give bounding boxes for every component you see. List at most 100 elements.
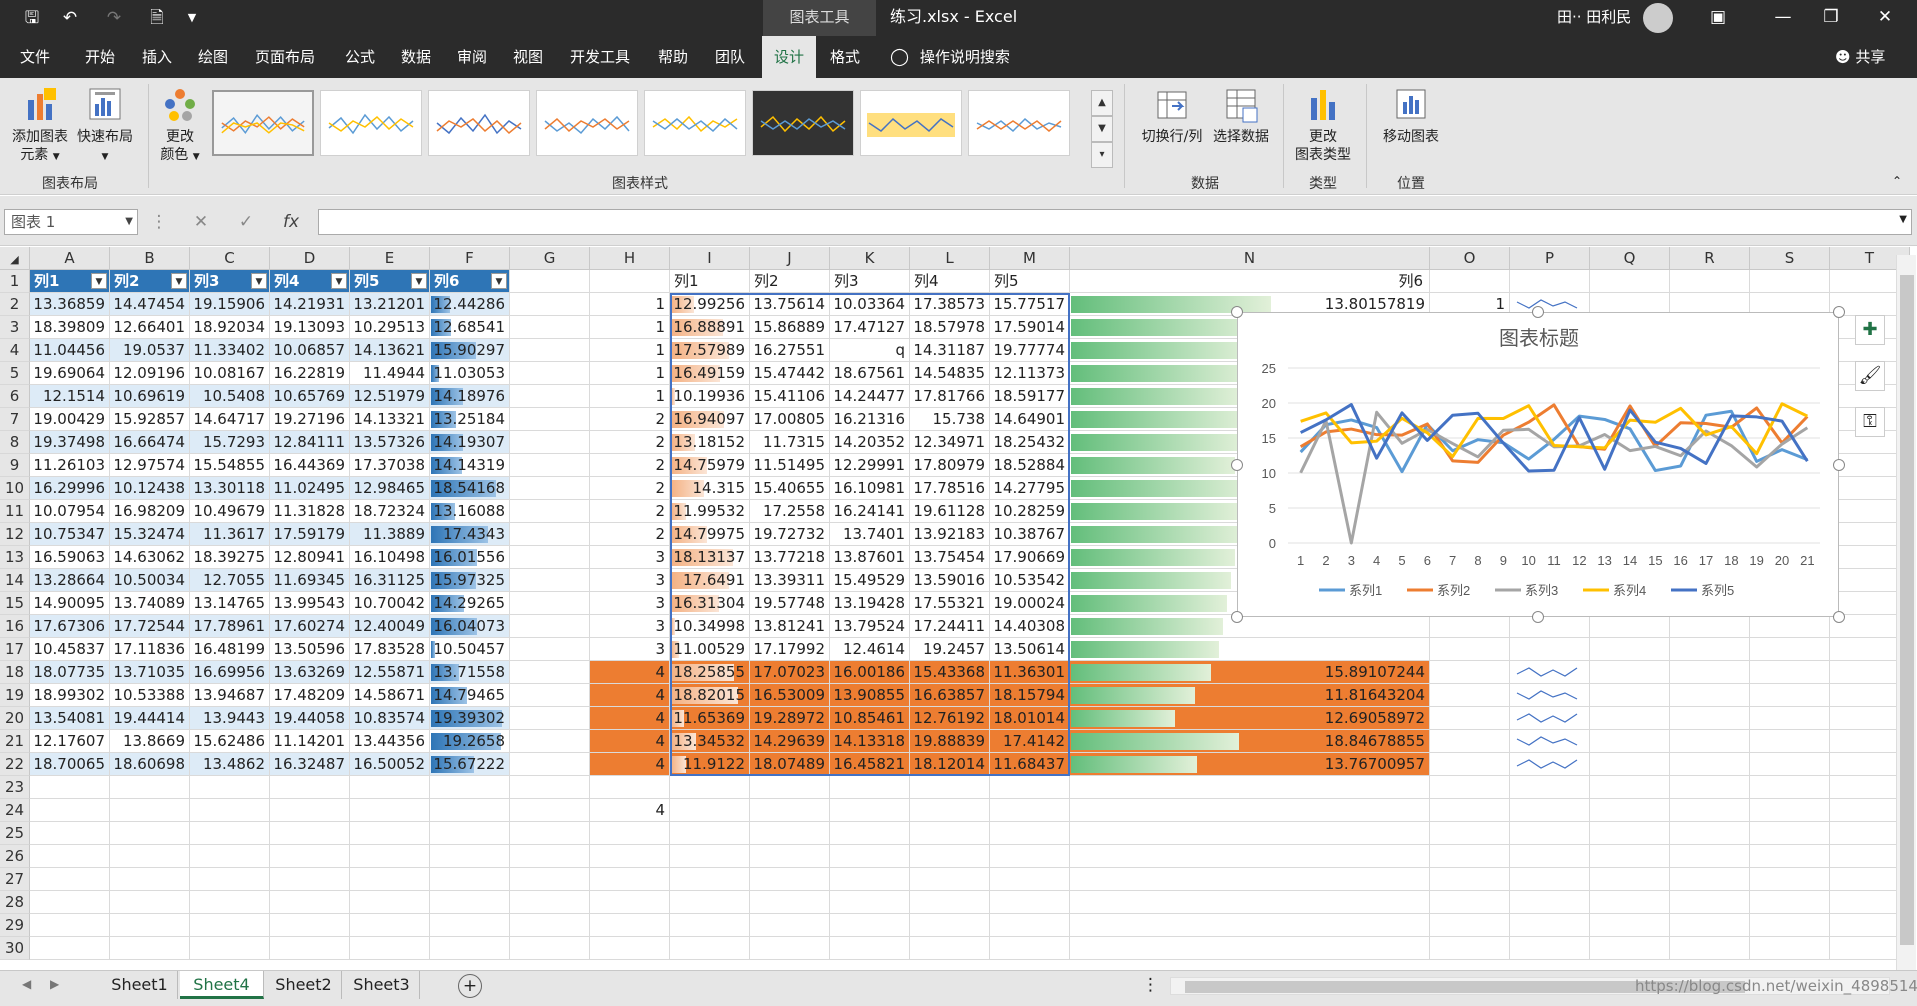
column-n-cell[interactable] (1070, 615, 1430, 638)
row-header-24[interactable]: 24 (0, 799, 30, 822)
cell[interactable] (510, 362, 590, 385)
save-icon[interactable]: 🖫 (20, 6, 44, 30)
cell[interactable] (270, 914, 350, 937)
table-cell[interactable]: 16.44369 (270, 454, 350, 477)
table-cell[interactable]: 10.49679 (190, 500, 270, 523)
filter-dropdown-icon[interactable]: ▼ (411, 273, 427, 289)
table-cell[interactable]: 12.68541 (430, 316, 510, 339)
cell[interactable] (1430, 661, 1510, 684)
table-cell[interactable]: 14.79465 (430, 684, 510, 707)
table-cell[interactable]: 14.29265 (430, 592, 510, 615)
cell[interactable] (750, 937, 830, 960)
redo-icon[interactable]: ↷ (102, 6, 126, 30)
cell[interactable] (1430, 753, 1510, 776)
cell[interactable] (670, 845, 750, 868)
column-header-c[interactable]: C (190, 247, 270, 270)
cell[interactable] (190, 914, 270, 937)
range-header-1[interactable]: 列1 (670, 270, 750, 293)
table-cell[interactable]: 19.13093 (270, 316, 350, 339)
cell[interactable] (30, 776, 110, 799)
cell[interactable] (910, 891, 990, 914)
column-header-g[interactable]: G (510, 247, 590, 270)
cell[interactable] (1670, 868, 1750, 891)
cell[interactable] (1590, 776, 1670, 799)
table-cell[interactable]: 19.00429 (30, 408, 110, 431)
cell[interactable] (830, 937, 910, 960)
table-cell[interactable]: 19.27196 (270, 408, 350, 431)
cell[interactable] (590, 270, 670, 293)
table-cell[interactable]: 12.97574 (110, 454, 190, 477)
chart-style-thumb-2[interactable] (320, 90, 422, 156)
cell[interactable] (1590, 845, 1670, 868)
resize-handle[interactable] (1231, 611, 1243, 623)
table-cell[interactable]: 14.14319 (430, 454, 510, 477)
group-number-cell[interactable]: 2 (590, 431, 670, 454)
table-cell[interactable]: 12.51979 (350, 385, 430, 408)
table-cell[interactable]: 13.71035 (110, 661, 190, 684)
tab-draw[interactable]: 绘图 (188, 36, 238, 78)
cell[interactable] (910, 845, 990, 868)
table-cell[interactable]: 15.32474 (110, 523, 190, 546)
group-number-cell[interactable]: 3 (590, 638, 670, 661)
row-header-19[interactable]: 19 (0, 684, 30, 707)
filter-dropdown-icon[interactable]: ▼ (91, 273, 107, 289)
table-cell[interactable]: 10.65769 (270, 385, 350, 408)
cell[interactable] (990, 845, 1070, 868)
group-number-cell[interactable]: 4 (590, 684, 670, 707)
resize-handle[interactable] (1833, 306, 1845, 318)
table-cell[interactable]: 11.4944 (350, 362, 430, 385)
cell[interactable] (990, 914, 1070, 937)
cell[interactable] (510, 638, 590, 661)
row-header-1[interactable]: 1 (0, 270, 30, 293)
cell[interactable] (590, 937, 670, 960)
table-cell[interactable]: 16.22819 (270, 362, 350, 385)
cell[interactable] (510, 661, 590, 684)
table-header-2[interactable]: 列2 ▼ (110, 270, 190, 293)
cell[interactable] (350, 822, 430, 845)
column-n-cell[interactable]: 12.69058972 (1070, 707, 1430, 730)
chart-style-thumb-7[interactable] (860, 90, 962, 156)
table-cell[interactable]: 19.37498 (30, 431, 110, 454)
cell[interactable] (1670, 799, 1750, 822)
cell[interactable] (1430, 799, 1510, 822)
cell[interactable] (1510, 638, 1590, 661)
cell[interactable] (270, 891, 350, 914)
table-cell[interactable]: 12.80941 (270, 546, 350, 569)
table-cell[interactable]: 10.12438 (110, 477, 190, 500)
column-header-h[interactable]: H (590, 247, 670, 270)
cell[interactable] (1430, 822, 1510, 845)
column-header-s[interactable]: S (1750, 247, 1830, 270)
cell[interactable] (510, 293, 590, 316)
column-header-p[interactable]: P (1510, 247, 1590, 270)
cell[interactable] (750, 822, 830, 845)
column-header-e[interactable]: E (350, 247, 430, 270)
cell[interactable] (350, 937, 430, 960)
cell[interactable] (510, 822, 590, 845)
maximize-icon[interactable]: ❐ (1808, 0, 1854, 36)
cell[interactable] (1590, 753, 1670, 776)
cell[interactable] (1750, 661, 1830, 684)
cell[interactable] (1590, 615, 1670, 638)
table-cell[interactable]: 16.31125 (350, 569, 430, 592)
table-header-6[interactable]: 列6 ▼ (430, 270, 510, 293)
table-cell[interactable]: 14.58671 (350, 684, 430, 707)
group-number-cell[interactable]: 2 (590, 408, 670, 431)
cell[interactable] (1590, 270, 1670, 293)
table-cell[interactable]: 14.64717 (190, 408, 270, 431)
cell[interactable] (750, 845, 830, 868)
table-cell[interactable]: 16.98209 (110, 500, 190, 523)
cell[interactable] (1750, 914, 1830, 937)
customize-qat-icon[interactable]: ▼ (180, 6, 204, 30)
cell[interactable] (510, 477, 590, 500)
table-cell[interactable]: 13.50596 (270, 638, 350, 661)
table-cell[interactable]: 17.78961 (190, 615, 270, 638)
cell[interactable] (1750, 868, 1830, 891)
cell[interactable] (670, 891, 750, 914)
cell[interactable] (350, 799, 430, 822)
cell[interactable] (1590, 661, 1670, 684)
cell[interactable] (270, 868, 350, 891)
table-cell[interactable]: 15.67222 (430, 753, 510, 776)
cell[interactable] (910, 822, 990, 845)
cell[interactable] (30, 868, 110, 891)
table-cell[interactable]: 15.92857 (110, 408, 190, 431)
